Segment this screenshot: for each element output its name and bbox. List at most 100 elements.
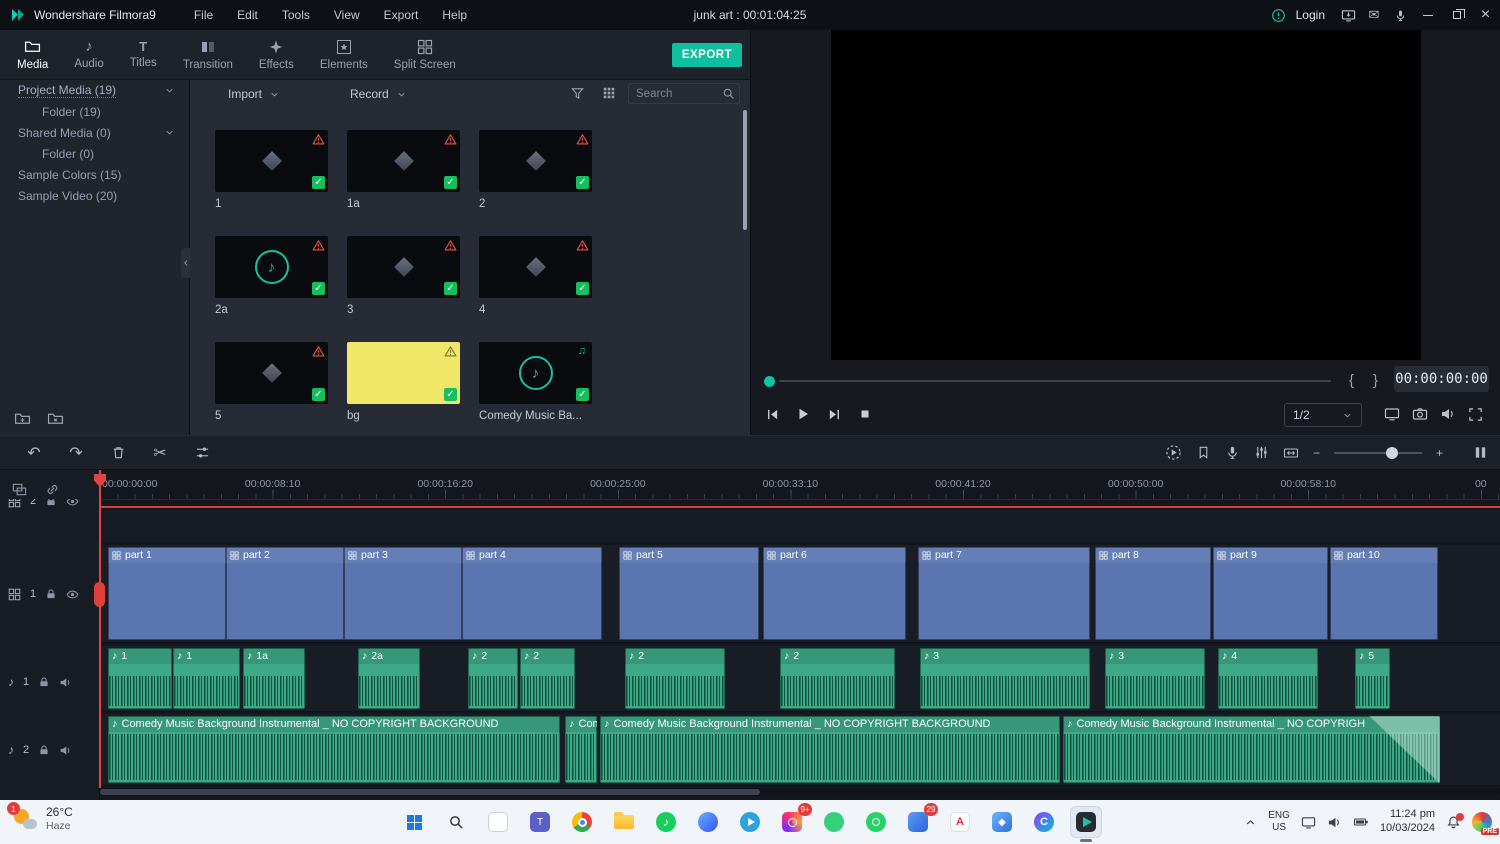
video-clip[interactable]: part 8 [1095,547,1211,640]
lock-icon[interactable] [45,588,57,600]
audio-clip[interactable]: ♪ 2a [358,648,420,709]
menu-view[interactable]: View [322,4,372,26]
play-button[interactable] [794,402,812,426]
export-to-device-icon[interactable] [1335,0,1361,30]
video-clip[interactable]: part 10 [1330,547,1438,640]
media-item[interactable]: ✓ 1 [215,130,328,210]
audio-clip[interactable]: ♪ 1 [108,648,172,709]
acrobat-taskbar-icon[interactable]: A [944,806,976,838]
zoom-out-icon[interactable]: − [1313,447,1320,459]
render-preview-icon[interactable] [1165,444,1182,461]
track-header-audio-1[interactable]: ♪ 1 [0,669,100,695]
language-switcher[interactable]: ENG US [1268,810,1290,834]
redo-icon[interactable]: ↷ [64,441,88,465]
audio-clip[interactable]: ♪ 1a [243,648,305,709]
mark-out-icon[interactable]: } [1373,372,1378,389]
delete-icon[interactable] [106,441,130,465]
chrome-taskbar-icon[interactable] [566,806,598,838]
delete-folder-icon[interactable] [47,410,64,427]
tray-expand-icon[interactable] [1244,816,1257,829]
tab-media[interactable]: Media [4,30,61,79]
music-clip[interactable]: ♪Comedy Music Background Instrumental _ … [600,716,1060,783]
audio-clip[interactable]: ♪ 1 [173,648,240,709]
music-clip[interactable]: ♪Comedy Music Background Instrumental _ … [108,716,560,783]
fullscreen-icon[interactable] [1468,406,1483,422]
search-input[interactable] [636,87,722,100]
mic-icon[interactable] [1387,0,1413,30]
seek-handle[interactable] [764,376,775,387]
tab-split-screen[interactable]: Split Screen [381,30,469,79]
spotify-taskbar-icon[interactable]: ♪ [650,806,682,838]
media-item[interactable]: ✓ 5 [215,342,328,422]
seek-bar[interactable] [751,374,1351,390]
whatsapp-taskbar-icon[interactable] [860,806,892,838]
audio-clip[interactable]: ♪ 5 [1355,648,1390,709]
timeline-ruler[interactable]: 00:00:00:00 00:00:08:10 00:00:16:20 00:00:2… [100,470,1500,500]
link-icon[interactable] [45,482,60,497]
timeline-scrollbar-thumb[interactable] [100,789,760,795]
media-item[interactable]: ✓ 2 [479,130,592,210]
tab-audio[interactable]: ♪ Audio [61,30,116,79]
weather-widget[interactable]: 1 26°C Haze [7,802,73,832]
lock-icon[interactable] [45,499,57,507]
marker-icon[interactable] [1196,445,1211,460]
fit-timeline-icon[interactable] [1283,445,1299,461]
chevron-down-icon[interactable] [164,127,175,138]
sidebar-item[interactable]: Shared Media (0) [0,122,189,143]
filter-icon[interactable] [570,86,585,101]
green-app-taskbar-icon[interactable] [818,806,850,838]
audio-track-1-lane[interactable]: ♪ 1 ♪ 1 ♪ 1a ♪ 2a ♪ 2 ♪ 2 ♪ 2 ♪ 2 ♪ 3 ♪ 3 ♪ 4 [100,646,1500,712]
messenger-taskbar-icon[interactable] [692,806,724,838]
minimize-button[interactable] [1413,0,1442,30]
video-clip[interactable]: part 4 [462,547,602,640]
audio-clip[interactable]: ♪ 3 [1105,648,1205,709]
import-dropdown[interactable]: Import [228,84,280,104]
media-scrollbar[interactable] [743,110,747,230]
filmora-taskbar-icon[interactable] [1070,806,1102,842]
media-item[interactable]: ✓ 3 [347,236,460,316]
zoom-slider[interactable] [1333,446,1422,460]
zoom-slider-handle[interactable] [1385,446,1398,459]
task-view-taskbar-icon[interactable] [482,806,514,838]
video-clip[interactable]: part 7 [918,547,1090,640]
tab-titles[interactable]: T Titles [117,30,170,79]
eye-icon[interactable] [66,499,79,508]
audio-clip[interactable]: ♪ 2 [625,648,725,709]
audio-track-2-lane[interactable]: ♪ Comedy Music Background Instrumental _ … [100,714,1500,786]
chevron-down-icon[interactable] [164,85,175,96]
speaker-icon[interactable] [59,676,72,689]
audio-clip[interactable]: ♪ 2 [520,648,575,709]
tab-elements[interactable]: Elements [307,30,381,79]
sidebar-item[interactable]: Project Media (19) [0,80,189,101]
menu-export[interactable]: Export [372,4,431,26]
sidebar-item[interactable]: Folder (19) [0,101,189,122]
music-clip[interactable]: ♪Comedy Music Background Instrumental _ … [565,716,597,783]
media-item[interactable]: ✓ bg [347,342,460,422]
media-item[interactable]: ✓ 1a [347,130,460,210]
video-clip[interactable]: part 1 [108,547,226,640]
lock-icon[interactable] [38,676,50,688]
manage-tracks-icon[interactable] [12,482,27,497]
tab-transition[interactable]: Transition [170,30,246,79]
timeline-scrollbar[interactable] [100,788,1500,796]
stop-button[interactable] [856,402,874,426]
media-item[interactable]: ♪ ♫ ✓ Comedy Music Ba... [479,342,592,422]
search-taskbar-icon[interactable] [440,806,472,838]
start-taskbar-icon[interactable] [398,806,430,838]
snapshot-icon[interactable] [1412,406,1428,422]
sidebar-item[interactable]: Sample Video (20) [0,185,189,206]
eye-icon[interactable] [66,588,79,601]
menu-help[interactable]: Help [430,4,479,26]
video-clip[interactable]: part 2 [226,547,344,640]
clock[interactable]: 11:24 pm 10/03/2024 [1380,808,1435,836]
video-clip[interactable]: part 3 [344,547,462,640]
audio-clip[interactable]: ♪ 2 [468,648,518,709]
restore-button[interactable] [1442,0,1471,30]
chat-app-taskbar-icon[interactable]: 29 [902,803,938,838]
sidebar-item[interactable]: Folder (0) [0,143,189,164]
canva-taskbar-icon[interactable]: C [1028,806,1060,838]
undo-icon[interactable]: ↶ [22,441,46,465]
video-track-2-lane[interactable] [100,510,1500,544]
notifications-icon[interactable] [1446,812,1464,830]
split-scissors-icon[interactable]: ✂ [148,441,172,465]
